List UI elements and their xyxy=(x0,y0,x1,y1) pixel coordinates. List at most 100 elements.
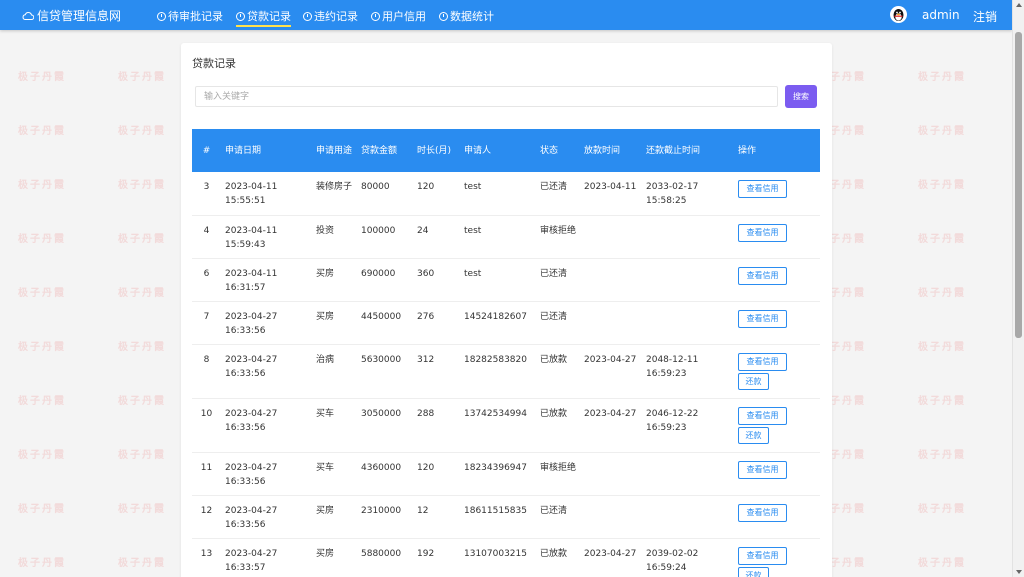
cell-amount: 80000 xyxy=(357,172,413,216)
watermark-text: 极子丹霞 xyxy=(18,126,66,137)
nav-item-label: 贷款记录 xyxy=(247,10,291,23)
cell-purpose: 买房 xyxy=(312,258,357,302)
cell-deadline xyxy=(642,301,734,345)
scroll-down-arrow-icon[interactable] xyxy=(1016,570,1022,574)
cell-amount: 5880000 xyxy=(357,538,413,577)
nav-item-defaults[interactable]: 违约记录 xyxy=(303,8,358,24)
cell-action: 查看信用 xyxy=(734,172,820,216)
cell-applicant: 14524182607 xyxy=(460,301,536,345)
page-scrollbar[interactable] xyxy=(1012,0,1024,577)
cell-deadline: 2048-12-11 16:59:23 xyxy=(642,344,734,399)
cell-id: 12 xyxy=(192,495,221,539)
user-name[interactable]: admin xyxy=(922,8,960,22)
cell-action: 查看信用 还款 xyxy=(734,398,820,453)
info-icon xyxy=(439,11,448,21)
view-credit-button[interactable]: 查看信用 xyxy=(738,266,787,285)
nav-item-label: 用户信用 xyxy=(382,10,426,23)
cell-status: 已放款 xyxy=(536,398,580,453)
header-action: 操作 xyxy=(738,145,757,156)
watermark-text: 极子丹霞 xyxy=(18,234,66,245)
watermark-text: 极子丹霞 xyxy=(118,342,166,353)
cell-applicant: test xyxy=(460,172,536,216)
scroll-up-arrow-icon[interactable] xyxy=(1016,3,1022,7)
cell-action: 查看信用 xyxy=(734,495,820,539)
watermark-text: 极子丹霞 xyxy=(118,234,166,245)
cell-date: 2023-04-11 15:59:43 xyxy=(221,215,312,259)
table-row: 13 2023-04-27 16:33:57 买房 5880000 192 1310700… xyxy=(192,538,820,577)
cell-action: 查看信用 xyxy=(734,301,820,345)
loan-table: # 申请日期 申请用途 贷款金额 时长(月) 申请人 状态 放款时间 还款截止时… xyxy=(192,129,820,577)
watermark-text: 极子丹霞 xyxy=(118,450,166,461)
cell-deadline: 2046-12-22 16:59:23 xyxy=(642,398,734,453)
watermark-text: 极子丹霞 xyxy=(918,234,966,245)
view-credit-button[interactable]: 查看信用 xyxy=(738,180,787,198)
view-credit-button[interactable]: 查看信用 xyxy=(738,503,787,522)
table-row: 8 2023-04-27 16:33:56 治病 5630000 312 18282583… xyxy=(192,344,820,399)
cell-status: 已还清 xyxy=(536,495,580,539)
cell-purpose: 买车 xyxy=(312,452,357,496)
watermark-text: 极子丹霞 xyxy=(18,180,66,191)
cell-date: 2023-04-27 16:33:57 xyxy=(221,538,312,577)
view-credit-button[interactable]: 查看信用 xyxy=(738,460,787,479)
cell-purpose: 买房 xyxy=(312,495,357,539)
watermark-text: 极子丹霞 xyxy=(18,72,66,83)
nav-item-pending[interactable]: 待审批记录 xyxy=(157,8,223,24)
cell-release: 2023-04-27 xyxy=(580,538,642,577)
header-id: # xyxy=(202,145,211,156)
view-credit-button[interactable]: 查看信用 xyxy=(738,352,787,371)
cell-applicant: 18611515835 xyxy=(460,495,536,539)
cell-id: 3 xyxy=(192,172,221,216)
cell-status: 已放款 xyxy=(536,344,580,399)
cell-action: 查看信用 xyxy=(734,215,820,259)
repay-button[interactable]: 还款 xyxy=(738,426,769,444)
penguin-icon xyxy=(893,9,904,21)
header-term: 时长(月) xyxy=(417,145,452,156)
search-button[interactable]: 搜索 xyxy=(785,85,817,108)
cell-applicant: 18282583820 xyxy=(460,344,536,399)
repay-button[interactable]: 还款 xyxy=(738,566,769,577)
watermark-text: 极子丹霞 xyxy=(118,396,166,407)
watermark-text: 极子丹霞 xyxy=(118,288,166,299)
watermark-text: 极子丹霞 xyxy=(118,504,166,515)
cell-applicant: test xyxy=(460,258,536,302)
header-purpose: 申请用途 xyxy=(316,145,353,156)
nav-item-credit[interactable]: 用户信用 xyxy=(371,8,426,24)
scroll-thumb[interactable] xyxy=(1015,32,1022,338)
cell-release xyxy=(580,452,642,496)
cell-deadline: 2033-02-17 15:58:25 xyxy=(642,172,734,216)
cell-term: 360 xyxy=(413,258,460,302)
watermark-text: 极子丹霞 xyxy=(18,288,66,299)
cell-id: 13 xyxy=(192,538,221,577)
cell-deadline xyxy=(642,495,734,539)
view-credit-button[interactable]: 查看信用 xyxy=(738,223,787,242)
cell-amount: 4360000 xyxy=(357,452,413,496)
cell-date: 2023-04-27 16:33:56 xyxy=(221,398,312,453)
brand[interactable]: 信贷管理信息网 xyxy=(22,7,121,24)
cell-purpose: 投资 xyxy=(312,215,357,259)
view-credit-button[interactable]: 查看信用 xyxy=(738,309,787,328)
nav-item-stats[interactable]: 数据统计 xyxy=(439,8,494,24)
cell-status: 已还清 xyxy=(536,258,580,302)
info-icon xyxy=(236,11,245,21)
table-body: 3 2023-04-11 15:55:51 装修房子 80000 120 test 已还清 2… xyxy=(192,172,820,577)
view-credit-button[interactable]: 查看信用 xyxy=(738,406,787,425)
repay-button[interactable]: 还款 xyxy=(738,372,769,390)
cell-status: 已还清 xyxy=(536,172,580,216)
cell-deadline: 2039-02-02 16:59:24 xyxy=(642,538,734,577)
logout-link[interactable]: 注销 xyxy=(973,8,997,25)
watermark-text: 极子丹霞 xyxy=(18,504,66,515)
nav-item-loans[interactable]: 贷款记录 xyxy=(236,8,291,27)
header-amount: 贷款金额 xyxy=(361,145,398,156)
cell-term: 192 xyxy=(413,538,460,577)
cell-id: 4 xyxy=(192,215,221,259)
cell-deadline xyxy=(642,452,734,496)
header-status: 状态 xyxy=(540,145,559,156)
search-input[interactable] xyxy=(195,86,778,107)
watermark-text: 极子丹霞 xyxy=(18,342,66,353)
table-row: 12 2023-04-27 16:33:56 买房 2310000 12 18611515… xyxy=(192,495,820,539)
avatar[interactable] xyxy=(890,6,907,23)
cell-term: 24 xyxy=(413,215,460,259)
view-credit-button[interactable]: 查看信用 xyxy=(738,546,787,565)
cell-applicant: 18234396947 xyxy=(460,452,536,496)
cloud-icon xyxy=(22,11,34,20)
